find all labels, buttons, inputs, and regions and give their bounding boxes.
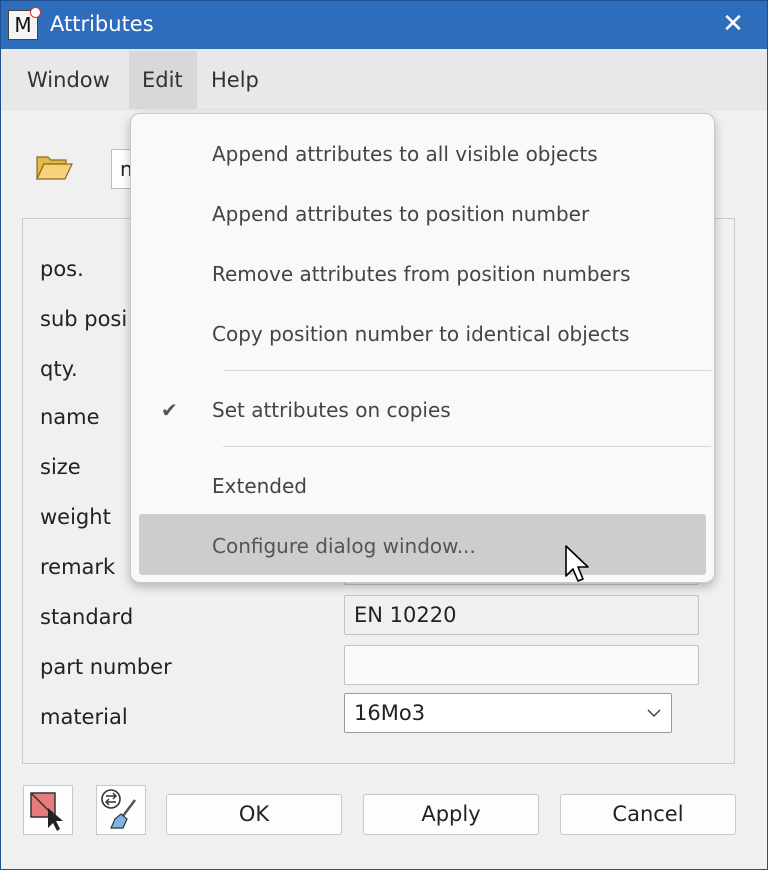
label-material: material bbox=[40, 705, 128, 729]
select-object-icon bbox=[30, 792, 63, 831]
label-part-number: part number bbox=[40, 655, 172, 679]
checkmark-icon: ✔ bbox=[161, 398, 178, 422]
close-icon[interactable]: ✕ bbox=[719, 10, 747, 38]
app-icon-badge bbox=[30, 7, 41, 18]
menu-item-set-attributes-copies[interactable]: Set attributes on copies bbox=[212, 398, 451, 422]
attribute-brush-button[interactable] bbox=[96, 785, 146, 835]
apply-button[interactable]: Apply bbox=[363, 794, 539, 835]
part-number-field[interactable] bbox=[344, 645, 699, 685]
label-remark: remark bbox=[40, 555, 116, 579]
menu-window[interactable]: Window bbox=[14, 51, 123, 109]
menu-item-append-visible[interactable]: Append attributes to all visible objects bbox=[212, 142, 598, 166]
menu-separator bbox=[223, 446, 711, 447]
app-icon: M bbox=[8, 7, 41, 40]
menu-help[interactable]: Help bbox=[198, 51, 272, 109]
label-name: name bbox=[40, 405, 100, 429]
label-weight: weight bbox=[40, 505, 111, 529]
select-object-button[interactable] bbox=[23, 785, 73, 835]
folder-open-icon[interactable] bbox=[35, 153, 73, 181]
title-bar[interactable]: M Attributes ✕ bbox=[1, 1, 767, 49]
menu-item-append-position[interactable]: Append attributes to position number bbox=[212, 202, 589, 226]
label-qty: qty. bbox=[40, 357, 78, 381]
attribute-brush-icon bbox=[101, 789, 136, 829]
window-title: Attributes bbox=[50, 12, 154, 36]
label-sub-position: sub posi bbox=[40, 307, 128, 331]
material-select-value: 16Mo3 bbox=[354, 701, 426, 725]
menu-bar: Window Edit Help bbox=[1, 49, 767, 111]
menu-item-extended[interactable]: Extended bbox=[212, 474, 307, 498]
cancel-button[interactable]: Cancel bbox=[560, 794, 736, 835]
label-size: size bbox=[40, 455, 81, 479]
standard-field[interactable]: EN 10220 bbox=[344, 595, 699, 635]
label-standard: standard bbox=[40, 605, 134, 629]
menu-item-remove-attributes[interactable]: Remove attributes from position numbers bbox=[212, 262, 631, 286]
label-pos: pos. bbox=[40, 257, 84, 281]
menu-item-configure-dialog[interactable]: Configure dialog window... bbox=[212, 534, 476, 558]
app-icon-letter: M bbox=[14, 13, 32, 37]
attributes-window: M Attributes ✕ Window Edit Help n pos. s… bbox=[0, 0, 768, 870]
menu-separator bbox=[223, 370, 711, 371]
menu-edit[interactable]: Edit bbox=[129, 51, 197, 109]
mouse-cursor-icon bbox=[565, 545, 589, 582]
menu-item-copy-position[interactable]: Copy position number to identical object… bbox=[212, 322, 629, 346]
ok-button[interactable]: OK bbox=[166, 794, 342, 835]
chevron-down-icon bbox=[647, 694, 661, 746]
material-select[interactable]: 16Mo3 bbox=[344, 693, 672, 733]
edit-dropdown-menu: Append attributes to all visible objects… bbox=[130, 113, 715, 583]
